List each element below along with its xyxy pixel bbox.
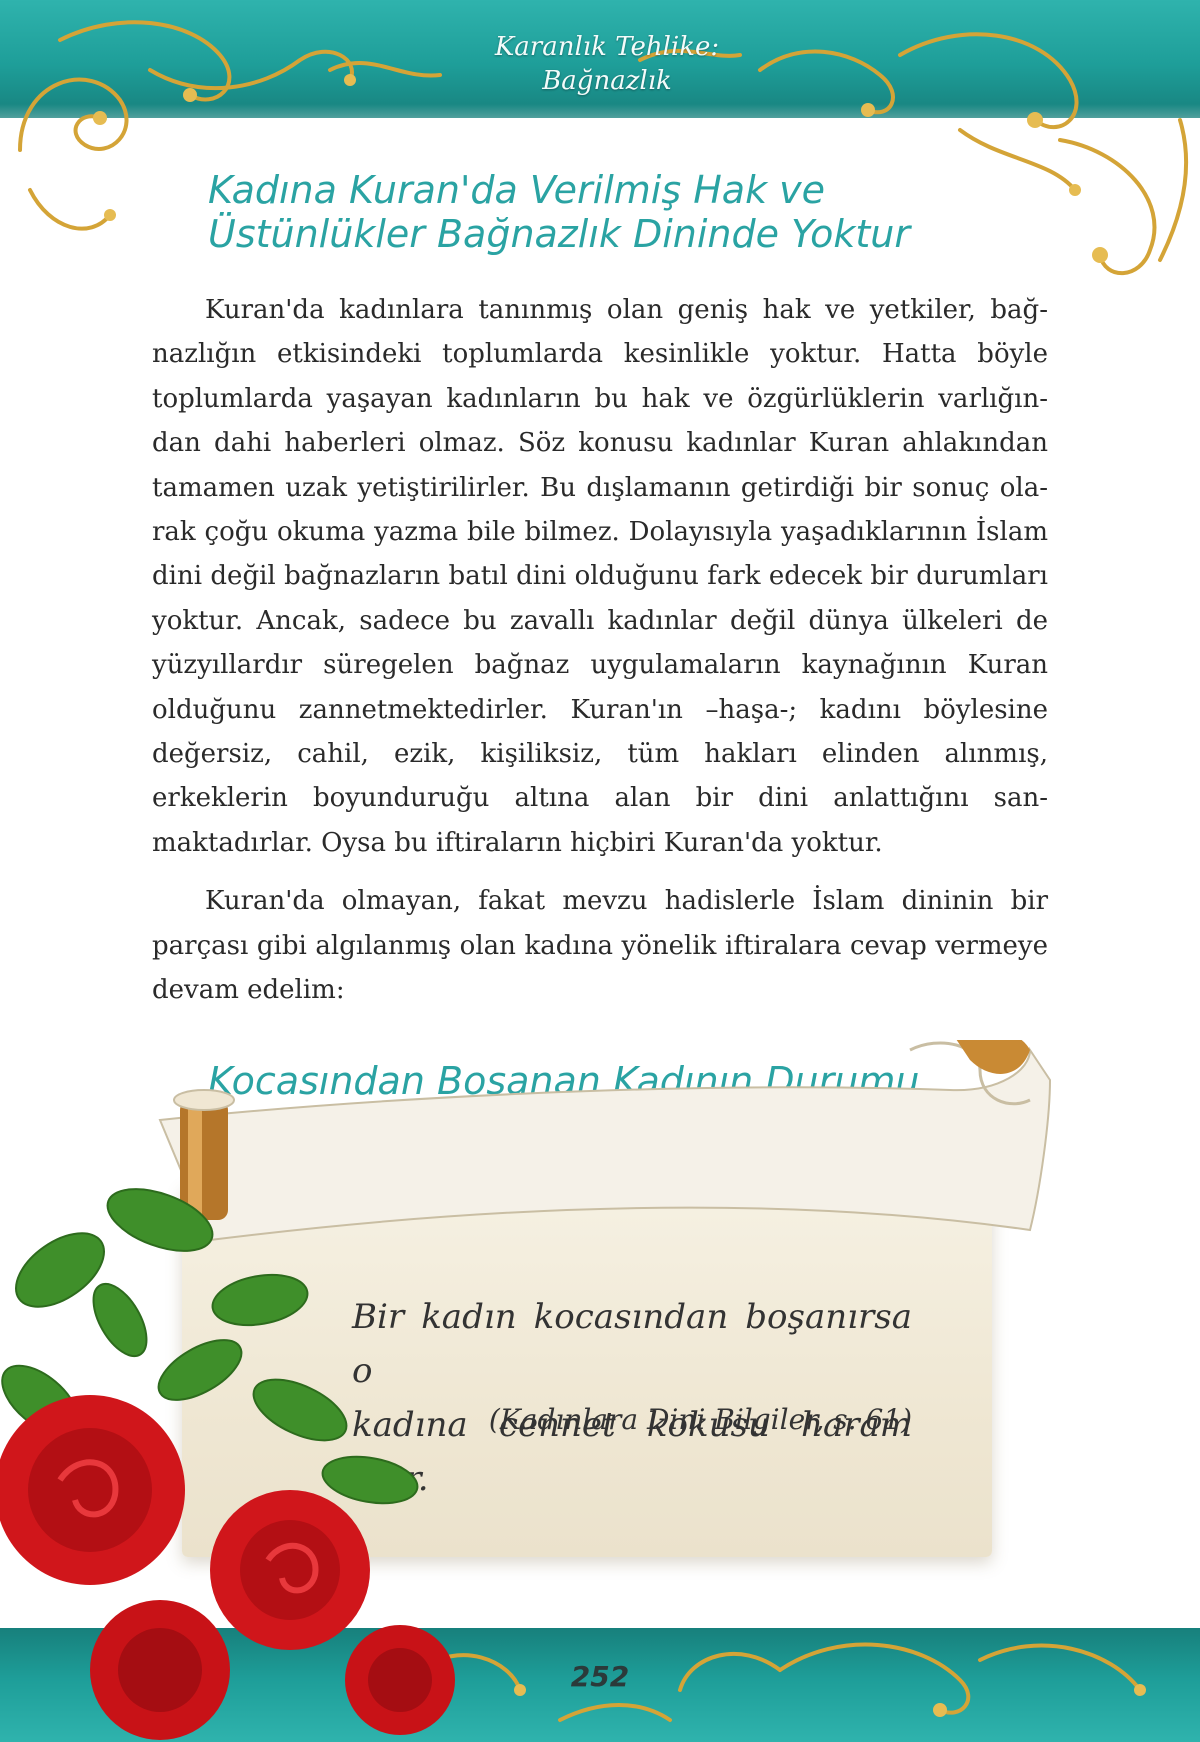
running-head: Karanlık Tehlike: Bağnazlık: [462, 30, 752, 110]
red-roses-icon: [0, 1188, 455, 1740]
running-head-line-1: Karanlık Tehlike:: [494, 32, 720, 62]
body-paragraph-2: Kuran'da olmayan, fakat mevzu hadislerle…: [152, 886, 1048, 1006]
body-paragraph-1: Kuran'da kadınlara tanınmış olan geniş h…: [152, 295, 1048, 858]
section-title-line-1: Kadına Kuran'da Verilmiş Hak ve: [208, 168, 826, 212]
running-head-line-2: Bağnazlık: [542, 66, 672, 96]
section-title-line-2: Üstünlükler Bağnazlık Dininde Yoktur: [208, 212, 910, 256]
section-title: Kadına Kuran'da Verilmiş Hak ve Üstünlük…: [208, 168, 910, 256]
page-number: 252: [570, 1660, 630, 1693]
body-text: Kuran'da kadınlara tanınmış olan geniş h…: [152, 288, 1048, 1013]
